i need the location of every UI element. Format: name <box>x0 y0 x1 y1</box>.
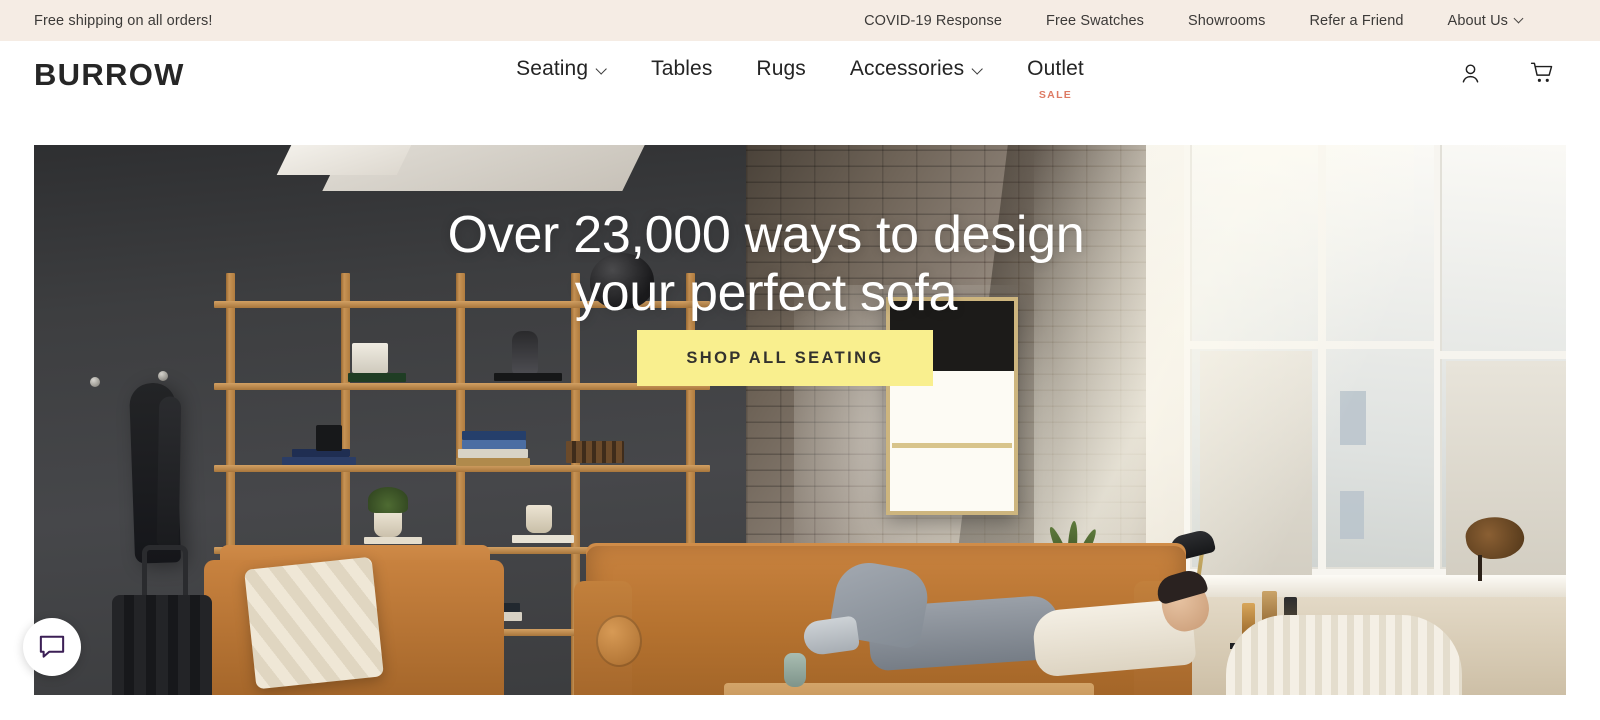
chevron-down-icon <box>973 65 983 75</box>
nav-item-label: Accessories <box>849 57 965 80</box>
chevron-down-icon <box>597 65 607 75</box>
shelf-plant-pot <box>526 505 552 533</box>
header-actions <box>1456 59 1556 87</box>
suitcase-handle <box>142 545 188 599</box>
promo-message: Free shipping on all orders! <box>34 12 213 29</box>
cart-icon[interactable] <box>1528 59 1556 87</box>
sculpture-base <box>1478 555 1482 581</box>
utility-link-covid[interactable]: COVID-19 Response <box>864 13 1002 29</box>
nav-item-label: Outlet <box>1027 57 1084 80</box>
window-left <box>1184 145 1454 581</box>
shelf-board <box>214 465 710 472</box>
window-sill <box>1146 575 1566 597</box>
nav-item-outlet[interactable]: Outlet SALE <box>1005 57 1106 101</box>
woven-throw-pillow <box>244 556 384 690</box>
rolling-suitcase <box>112 595 212 695</box>
shelf-object-vase <box>512 331 538 375</box>
shelf-book <box>494 373 562 381</box>
shelf-board <box>214 383 710 390</box>
utility-link-showrooms[interactable]: Showrooms <box>1188 13 1265 29</box>
shelf-plant <box>368 487 408 513</box>
knit-pouf <box>1226 615 1462 695</box>
logo-burrow[interactable]: BURROW <box>34 57 185 93</box>
chevron-down-icon <box>1515 15 1524 24</box>
shelf-book <box>348 373 406 382</box>
coffee-table <box>724 683 1094 695</box>
utility-link-label: COVID-19 Response <box>864 12 1002 29</box>
utility-link-label: Refer a Friend <box>1309 12 1404 29</box>
shelf-object <box>316 425 342 451</box>
shelf-object-box <box>352 343 388 373</box>
hanging-coat <box>128 382 182 564</box>
shelf-book <box>566 441 624 463</box>
shop-all-seating-label: SHOP ALL SEATING <box>686 348 884 367</box>
utility-nav: COVID-19 Response Free Swatches Showroom… <box>864 13 1524 29</box>
main-header: BURROW Seating Tables Rugs Accessories O… <box>0 41 1600 145</box>
promo-bar: Free shipping on all orders! COVID-19 Re… <box>0 0 1600 41</box>
window-mullion <box>1318 145 1326 569</box>
primary-nav: Seating Tables Rugs Accessories Outlet S… <box>494 57 1106 101</box>
nav-item-seating[interactable]: Seating <box>494 57 629 81</box>
chat-bubble-icon <box>39 635 65 658</box>
utility-link-label: About Us <box>1447 12 1508 29</box>
account-icon[interactable] <box>1456 59 1484 87</box>
chat-widget-button[interactable] <box>23 618 81 676</box>
utility-link-label: Free Swatches <box>1045 12 1144 29</box>
wall-hook <box>90 377 100 387</box>
utility-link-about-us[interactable]: About Us <box>1448 13 1524 29</box>
window-mullion <box>1440 351 1566 359</box>
shelf-book <box>462 440 526 449</box>
nav-item-tables[interactable]: Tables <box>629 57 734 81</box>
exterior-window <box>1340 391 1366 445</box>
hero-scene-artwork <box>34 145 1566 695</box>
utility-link-swatches[interactable]: Free Swatches <box>1046 13 1144 29</box>
utility-link-refer-a-friend[interactable]: Refer a Friend <box>1309 13 1403 29</box>
hero-banner-image: Over 23,000 ways to design your perfect … <box>34 145 1566 695</box>
artwork-line <box>892 443 1012 448</box>
nav-item-label: Tables <box>651 57 713 80</box>
shelf-book <box>282 457 356 465</box>
sofa-bolster-left <box>596 615 642 667</box>
ceiling-beam-highlight <box>276 145 412 175</box>
shelf-book <box>462 431 526 440</box>
hero-section: Over 23,000 ways to design your perfect … <box>0 145 1600 695</box>
nav-item-label: Rugs <box>756 57 806 80</box>
shelf-book <box>456 458 530 466</box>
sale-badge: SALE <box>1038 89 1073 101</box>
exterior-building <box>1200 351 1312 581</box>
nav-item-label: Seating <box>516 57 589 80</box>
globe-lamp <box>590 253 654 309</box>
nav-item-accessories[interactable]: Accessories <box>828 57 1005 81</box>
exterior-window <box>1340 491 1364 539</box>
shelf-book <box>458 449 528 458</box>
nav-item-rugs[interactable]: Rugs <box>734 57 827 81</box>
window-right <box>1434 145 1566 576</box>
ceramic-vase <box>784 653 806 687</box>
shop-all-seating-button[interactable]: SHOP ALL SEATING <box>637 330 933 386</box>
shelf-plant-pot <box>374 509 402 537</box>
shelf-book <box>364 537 422 544</box>
shelf-book <box>512 535 574 543</box>
wall-hook <box>158 371 168 381</box>
utility-link-label: Showrooms <box>1188 12 1266 29</box>
